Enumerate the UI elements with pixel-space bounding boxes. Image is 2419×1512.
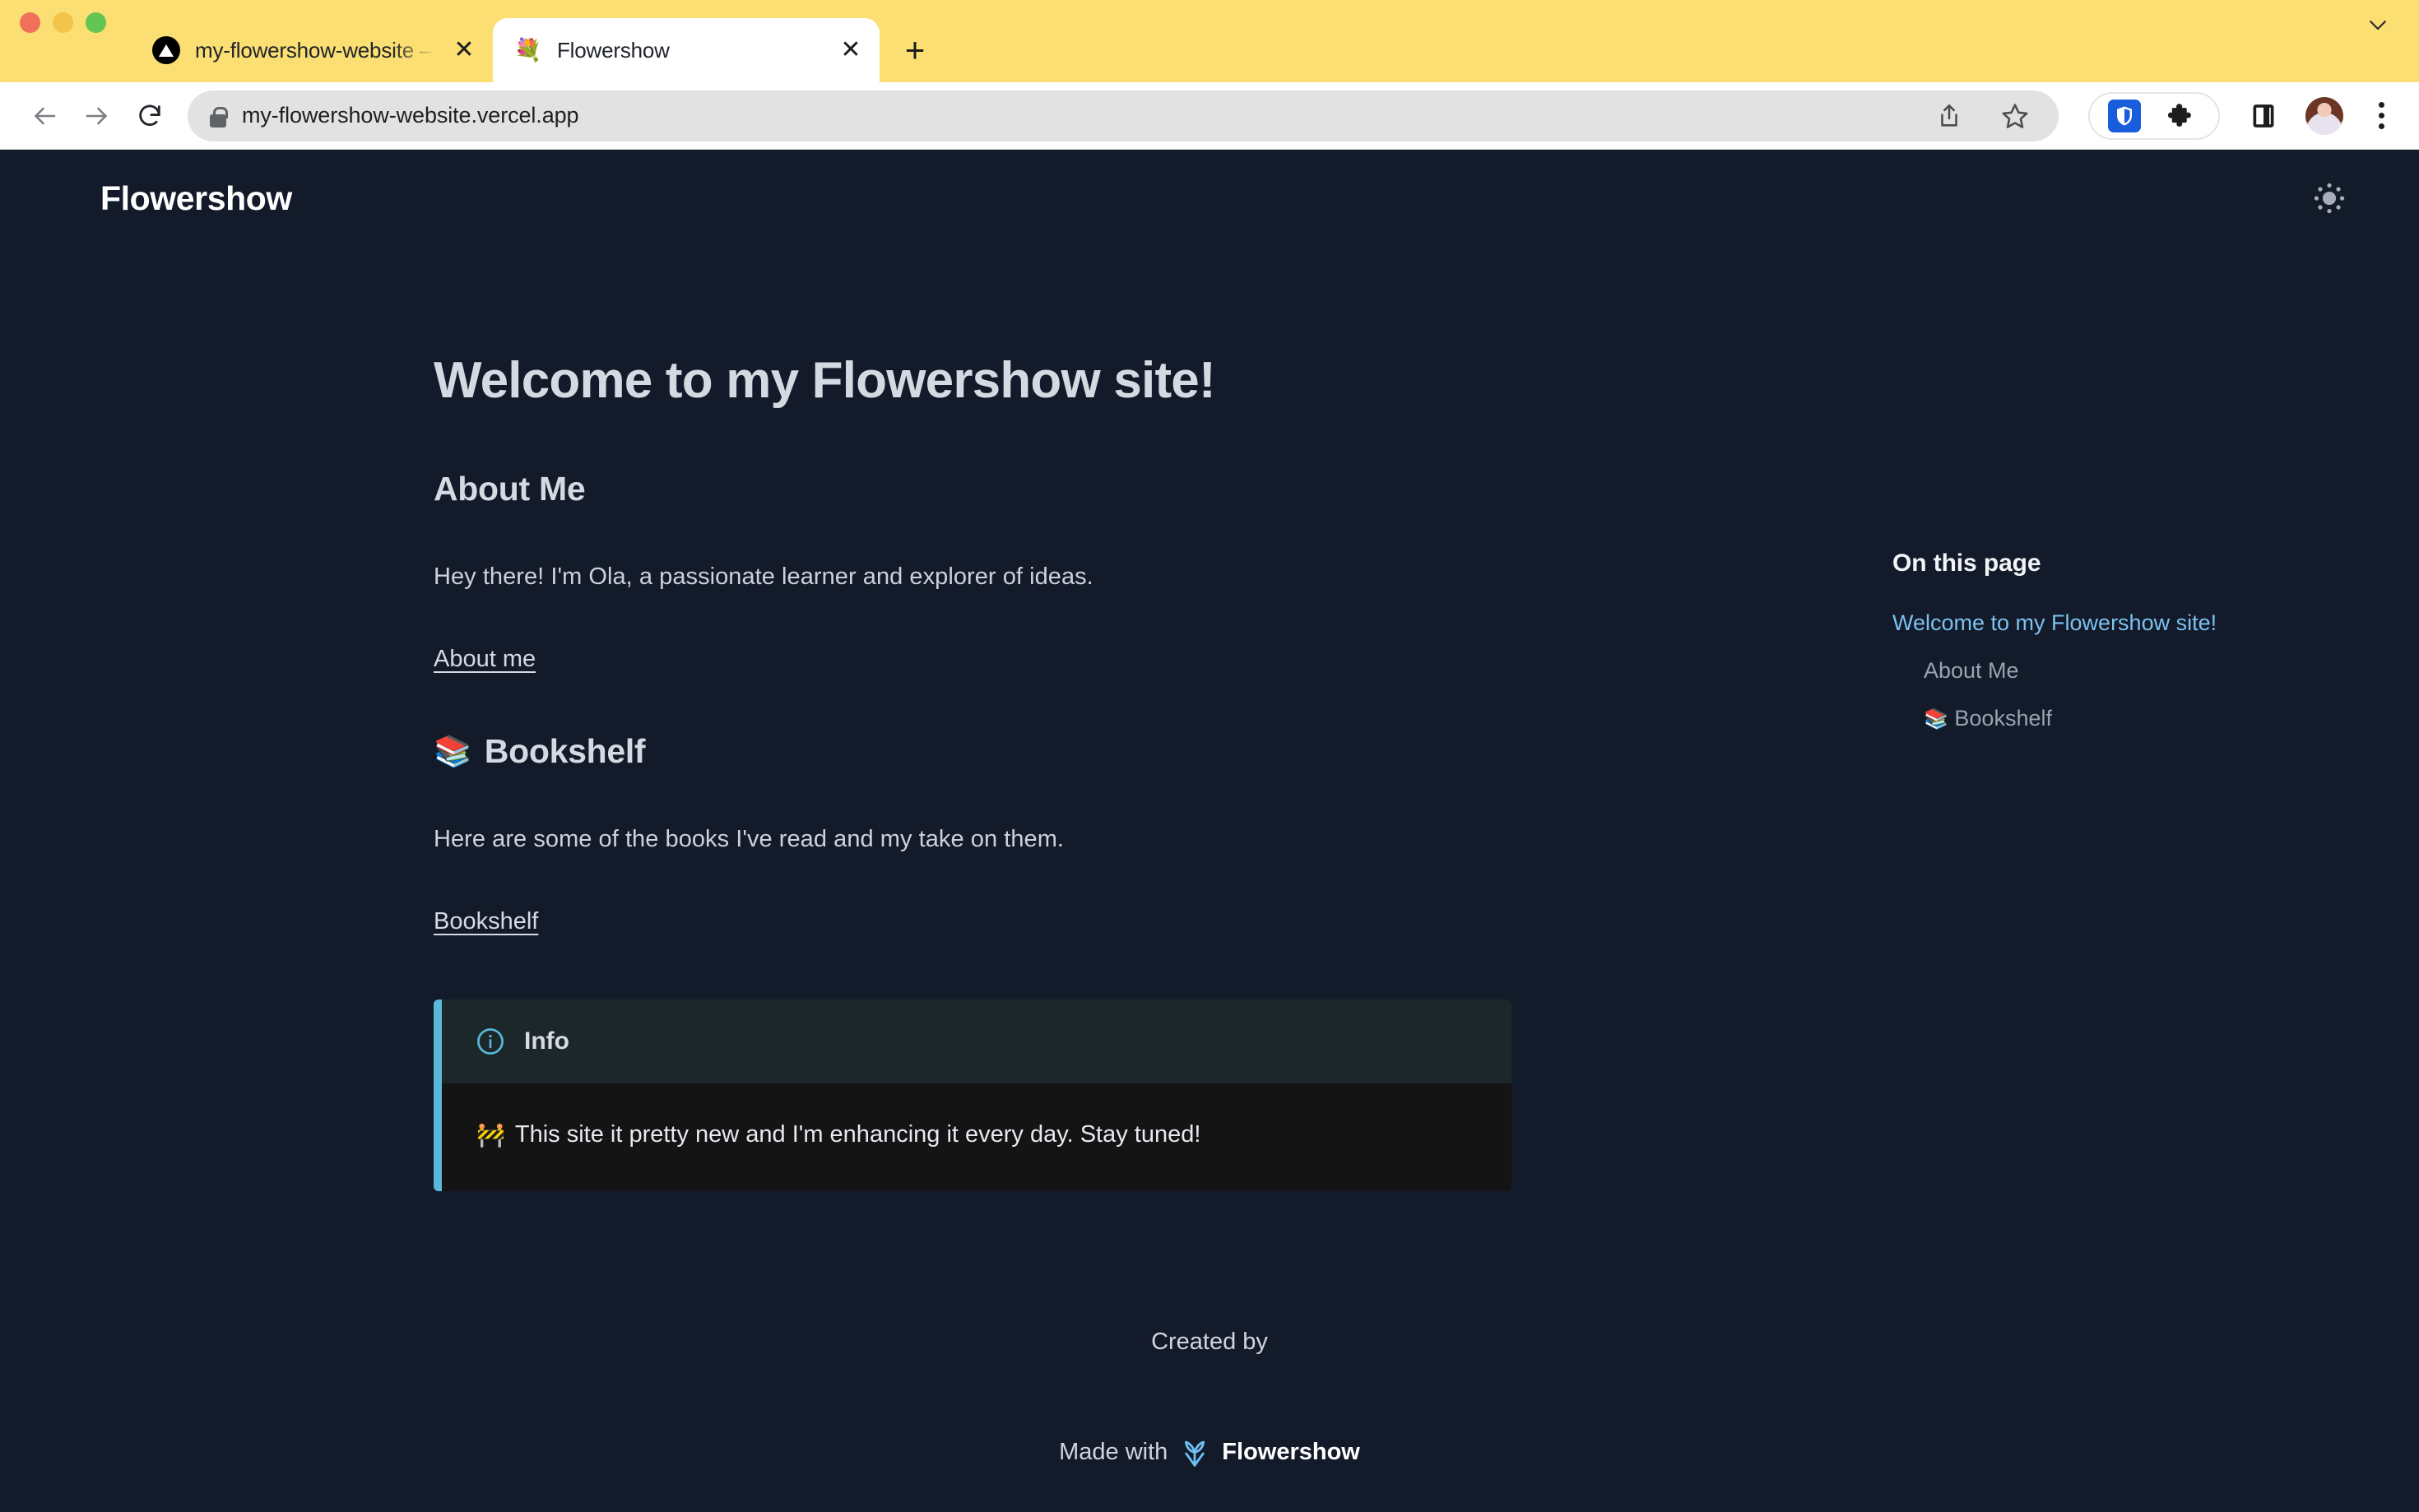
info-callout: Info 🚧 This site it pretty new and I'm e… [434, 999, 1511, 1191]
section-paragraph-bookshelf: Here are some of the books I've read and… [434, 820, 1511, 859]
toc-link[interactable]: About Me [1924, 658, 2019, 683]
made-with-row[interactable]: Made with Flowershow [1059, 1436, 1360, 1468]
omnibox-actions [1930, 97, 2037, 135]
minimize-window-button[interactable] [53, 12, 73, 33]
vercel-triangle-icon [152, 36, 180, 64]
callout-text: This site it pretty new and I'm enhancin… [515, 1116, 1201, 1153]
bitwarden-shield-icon[interactable] [2108, 100, 2141, 132]
link-bookshelf[interactable]: Bookshelf [434, 908, 538, 935]
toc-link-label: Bookshelf [1954, 706, 2052, 730]
site-footer: Created by Made with Flowershow [0, 1329, 2419, 1512]
browser-window: my-flowershow-website – Ove ✕ 💐 Flowersh… [0, 0, 2419, 1512]
browser-toolbar: my-flowershow-website.vercel.app [0, 82, 2419, 150]
window-traffic-lights [20, 0, 131, 82]
link-about-me[interactable]: About me [434, 646, 536, 673]
page-body: Welcome to my Flowershow site! About Me … [0, 247, 2419, 1191]
toc-list: Welcome to my Flowershow site! About Me … [1892, 610, 2353, 732]
flowershow-tulip-icon [1181, 1436, 1209, 1468]
site-header: Flowershow [0, 150, 2419, 247]
section-heading-about-me: About Me [434, 470, 1511, 508]
url-text: my-flowershow-website.vercel.app [242, 103, 578, 128]
tab-strip: my-flowershow-website – Ove ✕ 💐 Flowersh… [0, 0, 2419, 82]
tab-title: Flowershow [557, 38, 822, 63]
flowershow-product-name: Flowershow [1222, 1439, 1360, 1466]
books-icon: 📚 [434, 736, 471, 767]
chevron-down-icon[interactable] [2360, 7, 2396, 43]
web-page: Flowershow Welcome to my Flowersho [0, 150, 2419, 1512]
callout-text-row: 🚧 This site it pretty new and I'm enhanc… [476, 1116, 1479, 1153]
browser-tab-active[interactable]: 💐 Flowershow ✕ [493, 18, 880, 82]
close-window-button[interactable] [20, 12, 40, 33]
callout-body: 🚧 This site it pretty new and I'm enhanc… [442, 1083, 1511, 1191]
back-button[interactable] [18, 90, 71, 142]
reload-button[interactable] [123, 90, 176, 142]
section-heading-text: About Me [434, 470, 585, 508]
toc-title: On this page [1892, 550, 2353, 577]
on-this-page-toc: On this page Welcome to my Flowershow si… [1892, 247, 2353, 1191]
section-heading-text: Bookshelf [485, 732, 646, 771]
forward-button[interactable] [71, 90, 123, 142]
kebab-menu-icon[interactable] [2365, 97, 2398, 135]
toc-link[interactable]: 📚 Bookshelf [1924, 706, 2052, 730]
section-paragraph-about-me: Hey there! I'm Ola, a passionate learner… [434, 558, 1511, 596]
avatar[interactable] [2305, 97, 2343, 135]
extensions-pill [2088, 92, 2220, 140]
toc-item[interactable]: Welcome to my Flowershow site! [1892, 610, 2353, 637]
site-brand[interactable]: Flowershow [100, 179, 292, 218]
construction-icon: 🚧 [476, 1124, 505, 1147]
bouquet-icon: 💐 [514, 36, 542, 64]
callout-header: Info [442, 999, 1511, 1083]
close-icon[interactable]: ✕ [450, 36, 478, 64]
toc-link[interactable]: Welcome to my Flowershow site! [1892, 610, 2217, 635]
side-panel-icon[interactable] [2245, 97, 2282, 135]
page-title: Welcome to my Flowershow site! [434, 350, 1511, 410]
toc-item[interactable]: 📚 Bookshelf [1892, 706, 2353, 732]
books-icon: 📚 [1924, 708, 1948, 730]
star-icon[interactable] [1996, 97, 2034, 135]
tab-title: my-flowershow-website – Ove [195, 38, 435, 63]
made-with-label: Made with [1059, 1439, 1168, 1466]
address-bar[interactable]: my-flowershow-website.vercel.app [188, 90, 2059, 141]
close-icon[interactable]: ✕ [837, 36, 865, 64]
lock-icon [209, 104, 227, 128]
browser-tab-inactive[interactable]: my-flowershow-website – Ove ✕ [131, 18, 493, 82]
puzzle-icon[interactable] [2162, 97, 2200, 135]
share-icon[interactable] [1930, 97, 1968, 135]
info-circle-icon [475, 1026, 506, 1057]
maximize-window-button[interactable] [86, 12, 106, 33]
tab-strip-right [2360, 0, 2419, 82]
new-tab-button[interactable]: + [891, 26, 939, 74]
created-by-label: Created by [0, 1329, 2419, 1356]
callout-title: Info [524, 1027, 569, 1055]
sun-icon[interactable] [2304, 173, 2355, 224]
article: Welcome to my Flowershow site! About Me … [434, 247, 1511, 1191]
section-heading-bookshelf: 📚 Bookshelf [434, 732, 1511, 771]
toc-item[interactable]: About Me [1892, 658, 2353, 684]
